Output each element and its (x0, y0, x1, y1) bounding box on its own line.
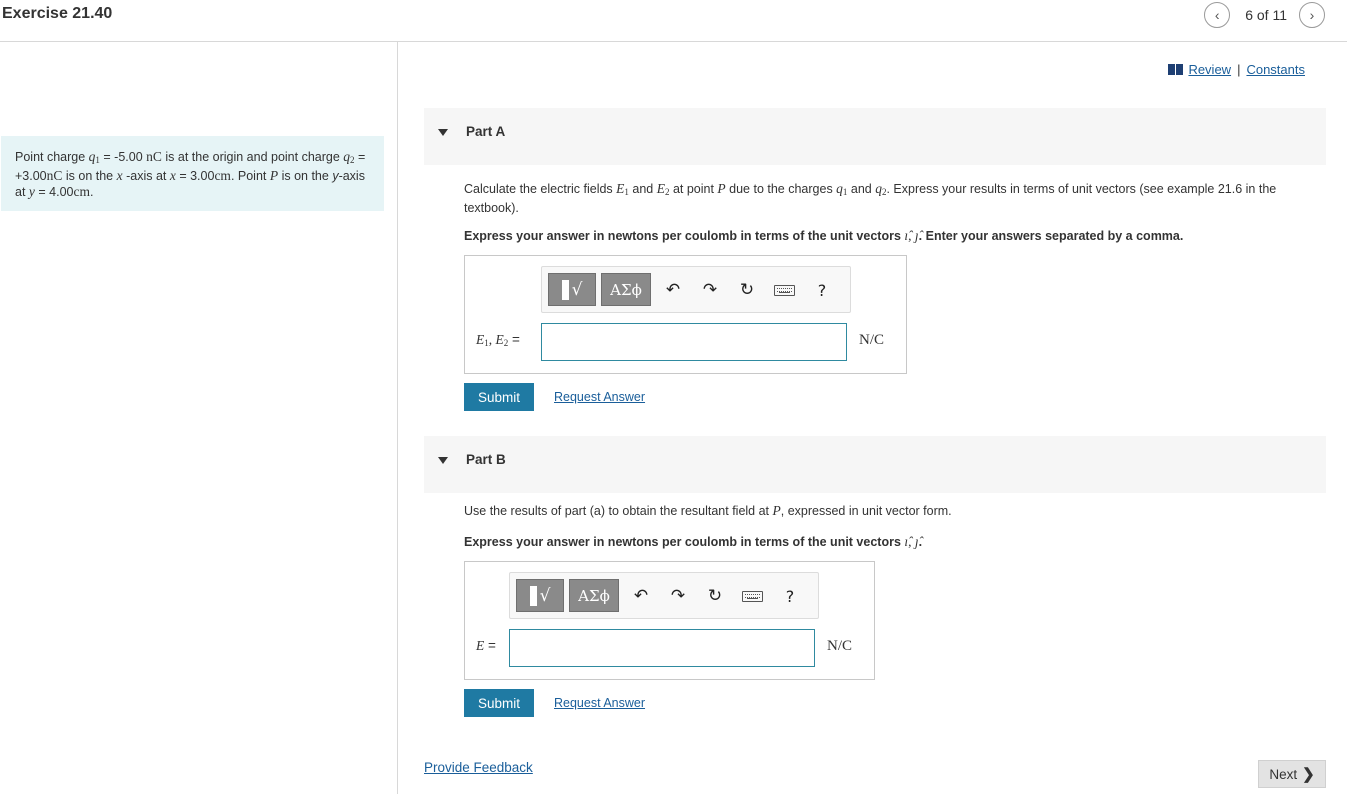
exercise-count: 6 of 11 (1245, 7, 1287, 23)
header-divider (0, 41, 1347, 42)
keyboard-icon[interactable] (740, 584, 764, 608)
templates-button[interactable]: √ (516, 579, 564, 612)
math-toolbar: √ ΑΣϕ ↶ ↷ ↻ ? (509, 572, 819, 619)
help-icon[interactable]: ? (778, 584, 802, 608)
chevron-right-icon: ❯ (1302, 766, 1315, 783)
keyboard-icon[interactable] (772, 278, 796, 302)
review-constants-links: Review | Constants (1168, 62, 1305, 77)
part-b-unit: N/C (827, 638, 853, 654)
redo-icon[interactable]: ↷ (666, 584, 690, 608)
reset-icon[interactable]: ↻ (703, 584, 727, 608)
part-a-answer-input[interactable] (541, 323, 847, 361)
part-a-instructions: Express your answer in newtons per coulo… (464, 228, 1184, 243)
help-icon[interactable]: ? (810, 278, 834, 302)
sqrt-icon: √ (539, 585, 551, 606)
next-button-label: Next (1269, 766, 1298, 782)
part-b-instructions: Express your answer in newtons per coulo… (464, 534, 923, 549)
part-a-submit-button[interactable]: Submit (464, 383, 534, 411)
review-link[interactable]: Review (1188, 62, 1231, 77)
part-a-question: Calculate the electric fields E1 and E2 … (464, 181, 1277, 215)
part-b-submit-button[interactable]: Submit (464, 689, 534, 717)
math-toolbar: √ ΑΣϕ ↶ ↷ ↻ ? (541, 266, 851, 313)
part-b-label: Part B (466, 452, 506, 467)
greek-symbols-button[interactable]: ΑΣϕ (569, 579, 619, 612)
sqrt-icon: √ (571, 279, 583, 300)
chevron-right-icon: › (1309, 7, 1315, 23)
part-a-label: Part A (466, 124, 506, 139)
collapse-triangle-icon (438, 129, 448, 136)
greek-symbols-button[interactable]: ΑΣϕ (601, 273, 651, 306)
part-b-answer-input[interactable] (509, 629, 815, 667)
exercise-title: Exercise 21.40 (2, 5, 113, 22)
part-b-answer-box: √ ΑΣϕ ↶ ↷ ↻ ? E = N/C (464, 561, 875, 680)
part-b-request-answer-link[interactable]: Request Answer (554, 696, 645, 710)
problem-statement: Point charge q1 = -5.00 nC is at the ori… (1, 136, 384, 211)
prev-button[interactable]: ‹ (1204, 2, 1231, 28)
book-icon (1168, 64, 1184, 75)
undo-icon[interactable]: ↶ (629, 584, 653, 608)
answer-label-e: E = (476, 638, 496, 653)
templates-button[interactable]: √ (548, 273, 596, 306)
part-a-answer-box: √ ΑΣϕ ↶ ↷ ↻ ? E1, E2 = N/C (464, 255, 907, 374)
part-a-request-answer-link[interactable]: Request Answer (554, 390, 645, 404)
part-b-question: Use the results of part (a) to obtain th… (464, 503, 952, 518)
exercise-nav: ‹ 6 of 11 › (1204, 2, 1325, 28)
link-separator: | (1237, 62, 1241, 77)
provide-feedback-link[interactable]: Provide Feedback (424, 760, 533, 775)
collapse-triangle-icon (438, 457, 448, 464)
redo-icon[interactable]: ↷ (698, 278, 722, 302)
column-divider (397, 41, 398, 794)
chevron-left-icon: ‹ (1214, 7, 1220, 23)
constants-link[interactable]: Constants (1246, 62, 1305, 77)
answer-label-e1-e2: E1, E2 = (476, 332, 520, 348)
part-a-unit: N/C (859, 332, 885, 348)
part-a-header[interactable]: Part A (424, 108, 1326, 165)
next-exercise-button[interactable]: › (1299, 2, 1325, 28)
next-button[interactable]: Next ❯ (1258, 760, 1326, 788)
undo-icon[interactable]: ↶ (661, 278, 685, 302)
part-b-header[interactable]: Part B (424, 436, 1326, 493)
reset-icon[interactable]: ↻ (735, 278, 759, 302)
